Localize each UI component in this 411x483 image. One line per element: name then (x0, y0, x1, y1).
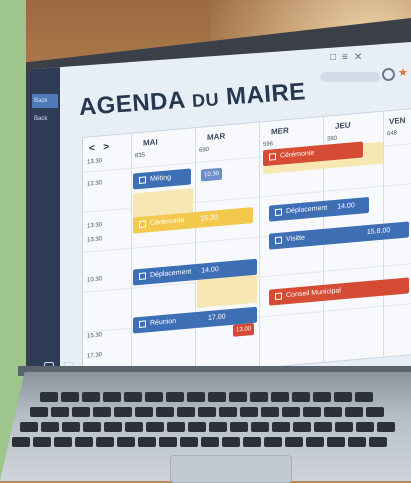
day-header-mer: MER (271, 125, 289, 137)
event-time: 17.00 (208, 313, 226, 322)
event-label: Visitte (286, 234, 305, 244)
menu-icon[interactable]: ≡ (342, 52, 348, 63)
event-label: Déplacement (286, 204, 328, 216)
event-time: 10.30 (201, 167, 223, 182)
event-time: 15.30 (200, 214, 218, 223)
event-icon (139, 272, 146, 280)
day-number: 380 (327, 135, 338, 143)
event-time: 14.00 (201, 266, 219, 275)
time-label: 13.30 (87, 236, 103, 244)
event-icon (139, 220, 146, 228)
event-icon (275, 208, 282, 216)
page-title: AGENDA DU MAIRE (78, 78, 307, 122)
time-label: 12.30 (87, 180, 103, 188)
app-sidebar: Back Back (30, 42, 74, 382)
keyboard-row (12, 437, 387, 447)
time-label: 10.30 (87, 276, 103, 284)
window-controls: □ ≡ ✕ (330, 52, 362, 63)
day-header-ven: VEN (389, 115, 406, 127)
day-number: 648 (387, 130, 398, 138)
search-input[interactable] (320, 72, 380, 82)
maximize-icon[interactable]: □ (330, 52, 336, 63)
event-label: Cérémonie (150, 217, 185, 228)
event-icon (139, 176, 146, 184)
day-header-jeu: JEU (335, 120, 351, 131)
day-header-mar: MAR (207, 131, 226, 143)
trackpad (170, 455, 292, 483)
time-label: 15.30 (87, 332, 103, 340)
event-deplacement-1[interactable]: Déplacement 14.00 (269, 196, 369, 222)
event-label: Méting (150, 174, 172, 184)
close-icon[interactable]: ✕ (354, 52, 362, 63)
event-icon (269, 152, 276, 161)
event-icon (275, 292, 282, 300)
event-icon (139, 320, 146, 328)
star-icon[interactable]: ★ (398, 66, 408, 79)
event-label: Cérémonie (280, 149, 315, 160)
grid-column-line (195, 128, 196, 374)
time-label: 13:30 (87, 222, 103, 230)
calendar-grid: < > MAI MAR MER JEU VEN 835 680 596 380 … (82, 108, 411, 382)
day-number: 835 (135, 152, 146, 160)
laptop-screen: Back Back □ ≡ ✕ ★ AGENDA DU MAIRE < > MA… (30, 42, 411, 382)
prev-week-button[interactable]: < (89, 143, 95, 155)
next-week-button[interactable]: > (103, 142, 109, 154)
grid-column-line (131, 133, 132, 379)
day-number: 596 (263, 141, 274, 149)
sidebar-item-back[interactable]: Back (32, 94, 58, 108)
keyboard-row (30, 407, 384, 417)
event-meeting[interactable]: Méting (133, 168, 191, 190)
keyboard-row (20, 422, 395, 432)
event-time-red: 13.00 (233, 322, 255, 337)
event-visite[interactable]: Visitte 15.8.00 (269, 221, 409, 250)
event-time: 14.00 (337, 202, 355, 211)
event-conseil-municipal[interactable]: Conseil Municipal (269, 277, 409, 306)
day-number: 680 (199, 146, 210, 154)
time-label: 17.30 (87, 352, 103, 360)
event-label: Conseil Municipal (286, 287, 341, 300)
grid-column-line (259, 122, 260, 368)
sidebar-item-back-secondary[interactable]: Back (32, 112, 58, 126)
day-header-mai: MAI (143, 137, 158, 148)
event-time: 15.8.00 (366, 227, 391, 237)
title-word-du: DU (191, 89, 220, 112)
title-word-agenda: AGENDA (78, 86, 186, 121)
title-word-maire: MAIRE (225, 78, 307, 111)
event-icon (275, 236, 282, 244)
event-label: Réunion (150, 317, 177, 328)
calendar-nav: < > (89, 142, 109, 155)
event-label: Déplacement (150, 268, 192, 280)
time-label: 13.30 (87, 158, 103, 166)
keyboard-row (40, 392, 373, 402)
search-icon[interactable] (382, 68, 395, 81)
